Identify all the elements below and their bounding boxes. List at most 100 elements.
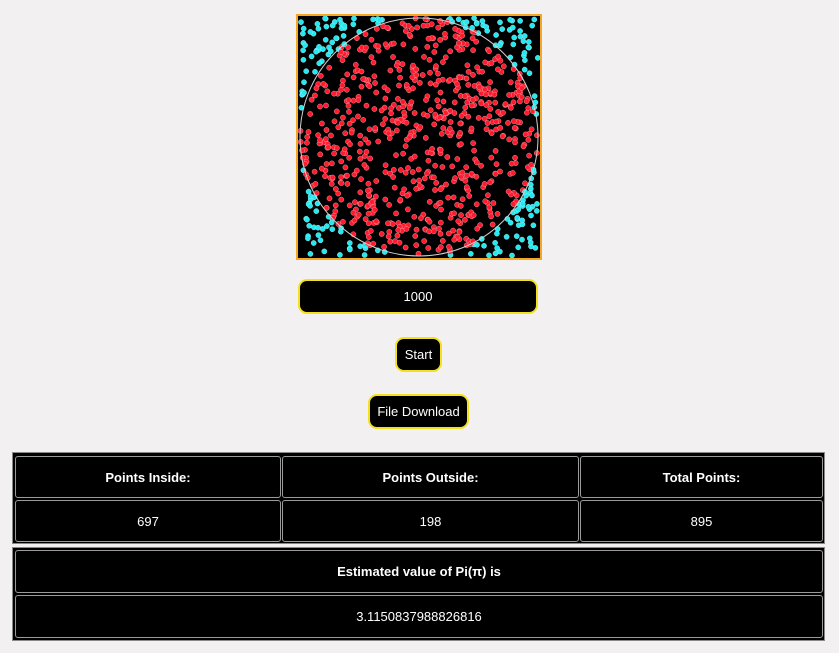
inside-point: [512, 154, 518, 161]
inside-point: [490, 200, 497, 206]
point-count-input[interactable]: [298, 279, 538, 314]
inside-point: [523, 98, 530, 104]
outside-point: [529, 22, 535, 29]
inside-point: [329, 160, 335, 167]
outside-point: [376, 17, 383, 23]
inside-point: [338, 158, 345, 165]
outside-point: [316, 43, 322, 50]
outside-point: [308, 53, 315, 60]
inside-point: [464, 62, 471, 69]
inside-point: [437, 219, 444, 226]
outside-point: [313, 48, 319, 55]
inside-point: [315, 132, 321, 138]
outside-point: [486, 252, 492, 258]
inside-point: [346, 154, 352, 161]
inside-point: [413, 226, 420, 233]
outside-point: [347, 240, 353, 246]
inside-point: [442, 54, 449, 61]
inside-point: [444, 154, 451, 160]
inside-point: [386, 202, 392, 208]
outside-point: [519, 236, 525, 243]
inside-point: [488, 60, 495, 66]
inside-point: [507, 79, 514, 86]
inside-point: [323, 102, 329, 109]
inside-point: [451, 210, 457, 217]
inside-point: [431, 228, 437, 235]
inside-point: [522, 180, 528, 187]
inside-point: [395, 119, 401, 126]
inside-point: [300, 154, 306, 161]
outside-point: [341, 22, 348, 29]
inside-point: [357, 141, 364, 147]
inside-point: [425, 35, 432, 42]
inside-point: [427, 80, 434, 87]
inside-point: [452, 175, 458, 181]
inside-point: [335, 124, 342, 131]
outside-point: [497, 19, 503, 26]
monte-carlo-plot: [298, 16, 540, 258]
inside-point: [465, 82, 472, 88]
inside-point: [462, 217, 468, 223]
inside-point: [420, 22, 427, 29]
inside-point: [400, 41, 407, 48]
inside-point: [445, 194, 451, 201]
inside-point: [365, 187, 371, 194]
inside-point: [365, 180, 372, 187]
outside-point: [507, 17, 513, 23]
inside-point: [348, 129, 355, 136]
inside-point: [456, 74, 463, 81]
inside-point: [397, 196, 404, 203]
inside-point: [378, 231, 385, 237]
outside-point: [521, 66, 528, 73]
inside-point: [342, 130, 349, 136]
inside-point: [410, 85, 416, 92]
outside-point: [494, 245, 500, 251]
inside-point: [416, 177, 422, 184]
inside-point: [372, 80, 378, 86]
inside-point: [390, 54, 396, 60]
inside-point: [331, 150, 337, 157]
inside-point: [454, 156, 461, 162]
inside-point: [372, 125, 378, 131]
inside-point: [373, 218, 380, 225]
inside-point: [469, 35, 476, 42]
outside-point: [307, 251, 314, 257]
pi-estimate-header: Estimated value of Pi(π) is: [15, 550, 823, 593]
file-download-button[interactable]: File Download: [368, 394, 469, 429]
inside-point: [426, 228, 432, 235]
inside-point: [435, 77, 442, 84]
inside-point: [352, 199, 358, 205]
inside-point: [458, 212, 464, 218]
inside-point: [413, 242, 419, 248]
inside-point: [328, 181, 335, 187]
inside-point: [341, 146, 348, 152]
inside-point: [474, 64, 480, 71]
start-button[interactable]: Start: [395, 337, 442, 372]
outside-point: [317, 237, 324, 244]
inside-point: [458, 113, 465, 119]
outside-point: [528, 212, 534, 219]
inside-point: [333, 186, 339, 192]
points-outside-value: 198: [282, 500, 579, 542]
inside-point: [409, 74, 416, 81]
outside-point: [321, 248, 328, 255]
inside-point: [385, 220, 391, 227]
outside-point: [503, 233, 510, 240]
inside-point: [437, 89, 444, 96]
inside-point: [355, 211, 362, 218]
outside-point: [351, 16, 357, 22]
inside-point: [350, 74, 357, 81]
inside-point: [494, 211, 501, 217]
inside-point: [452, 33, 459, 40]
inside-point: [452, 26, 458, 32]
inside-point: [456, 228, 463, 235]
inside-point: [373, 193, 379, 200]
inside-point: [378, 107, 385, 114]
inside-point: [506, 92, 512, 98]
inside-point: [459, 196, 466, 202]
inside-point: [405, 23, 412, 29]
inside-point: [411, 153, 418, 160]
inside-point: [382, 162, 389, 168]
inside-point: [403, 82, 410, 88]
inside-point: [437, 230, 444, 237]
